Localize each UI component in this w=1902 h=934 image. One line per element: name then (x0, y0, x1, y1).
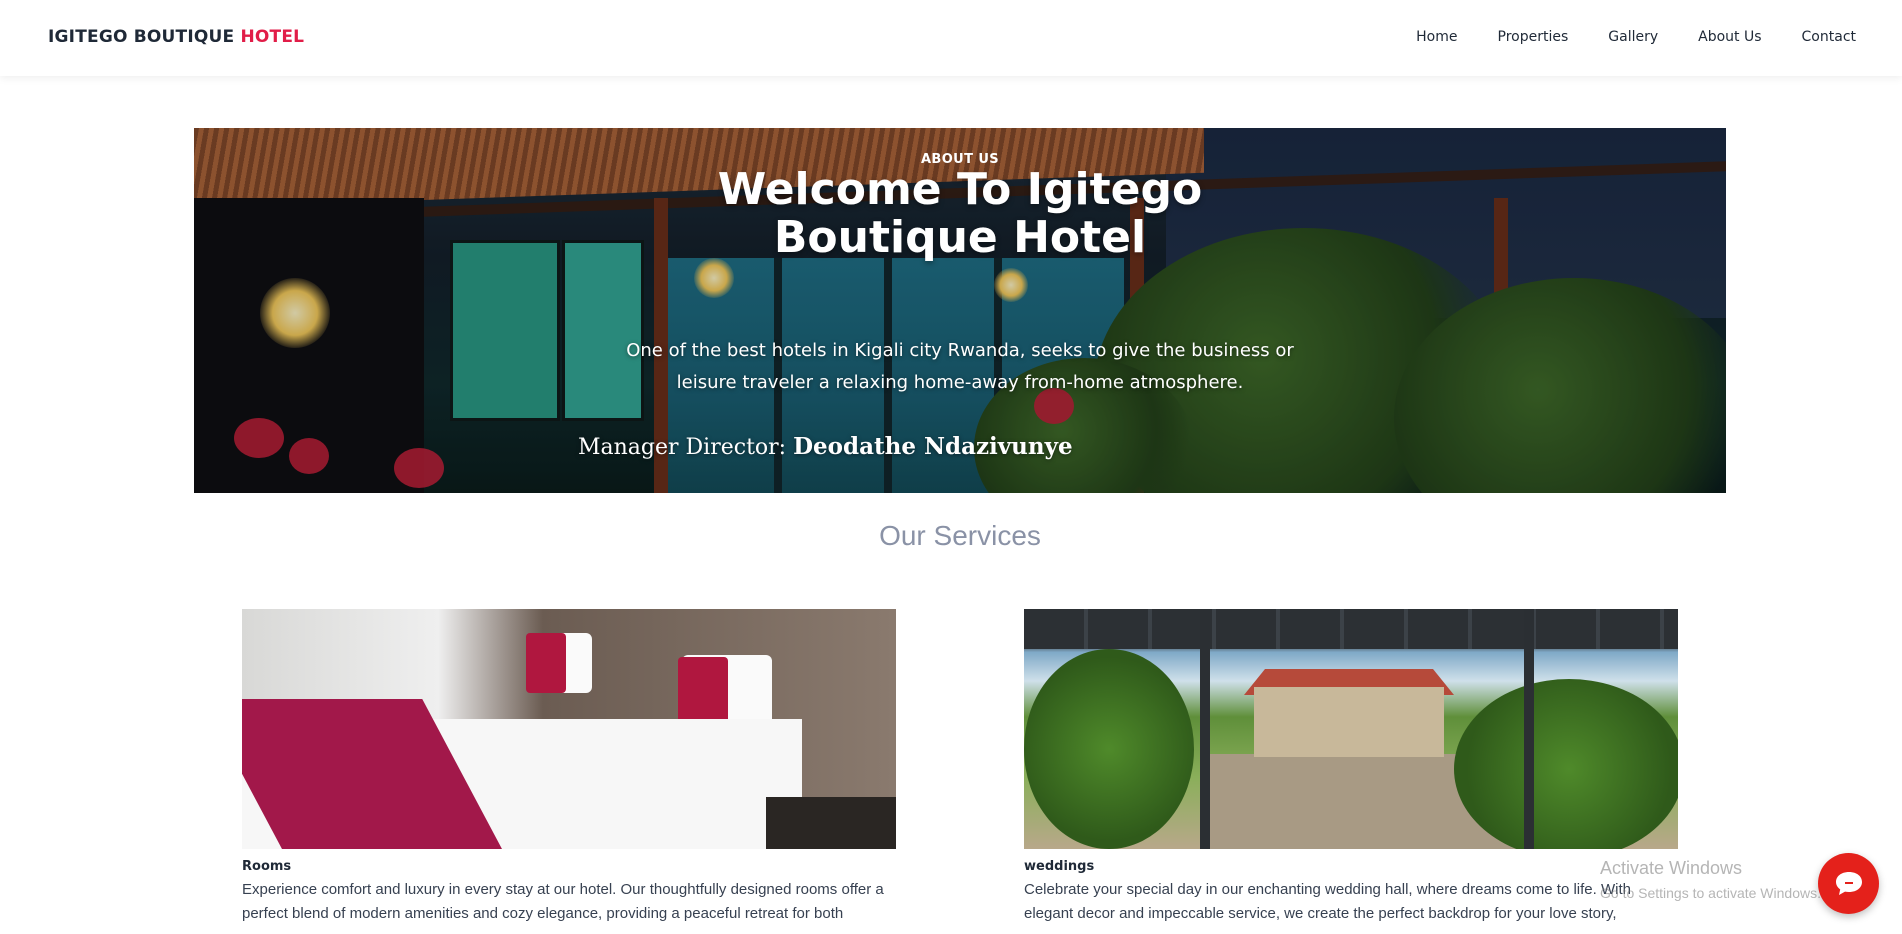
nav-link-about-us[interactable]: About Us (1698, 29, 1761, 45)
nav-links: Home Properties Gallery About Us Contact (1416, 29, 1856, 45)
brand-name: IGITEGO BOUTIQUE (48, 27, 241, 47)
pergola (1024, 609, 1678, 649)
nav-link-gallery[interactable]: Gallery (1608, 29, 1658, 45)
service-desc-weddings: Celebrate your special day in our enchan… (1024, 881, 1631, 922)
manager-label: Manager Director: (578, 435, 794, 460)
service-image-weddings[interactable] (1024, 609, 1678, 849)
service-name-weddings: weddings (1024, 859, 1095, 874)
brand-logo[interactable]: IGITEGO BOUTIQUE HOTEL (48, 27, 304, 47)
service-desc-rooms: Experience comfort and luxury in every s… (242, 881, 884, 922)
chat-button[interactable] (1818, 853, 1879, 914)
hero-manager: Manager Director: Deodathe Ndazivunye (578, 433, 1073, 460)
services-title: Our Services (879, 520, 1041, 551)
nav-link-contact[interactable]: Contact (1802, 29, 1856, 45)
service-image-rooms[interactable] (242, 609, 896, 849)
chat-bubble-icon (1836, 872, 1862, 895)
activate-windows-watermark: Activate Windows Go to Settings to activ… (1600, 858, 1821, 901)
garden-house (1254, 687, 1444, 757)
watermark-line2: Go to Settings to activate Windows. (1600, 885, 1821, 901)
navbar: IGITEGO BOUTIQUE HOTEL Home Properties G… (0, 0, 1902, 76)
service-name-rooms: Rooms (242, 859, 292, 874)
hero-description: One of the best hotels in Kigali city Rw… (626, 340, 1294, 393)
hero-banner: ABOUT US Welcome To Igitego Boutique Hot… (194, 128, 1726, 493)
manager-name: Deodathe Ndazivunye (793, 433, 1073, 460)
nav-link-home[interactable]: Home (1416, 29, 1457, 45)
nav-link-properties[interactable]: Properties (1498, 29, 1569, 45)
brand-accent: HOTEL (240, 27, 305, 47)
watermark-line1: Activate Windows (1600, 858, 1743, 878)
hero-title: Welcome To Igitego Boutique Hotel (717, 164, 1203, 263)
